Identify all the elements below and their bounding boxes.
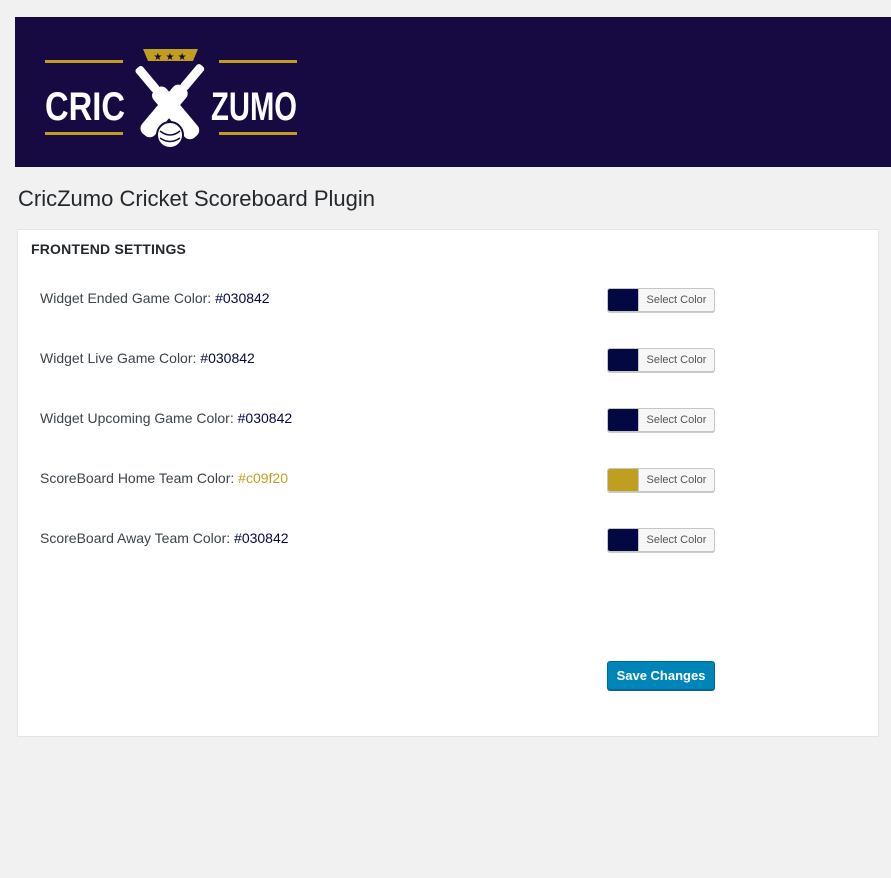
color-picker-button[interactable]: Select Color [607, 288, 715, 312]
color-picker-button[interactable]: Select Color [607, 348, 715, 372]
color-swatch [608, 349, 639, 371]
settings-panel: FRONTEND SETTINGS Widget Ended Game Colo… [17, 229, 879, 737]
svg-text:★ ★ ★: ★ ★ ★ [153, 52, 186, 63]
color-swatch [608, 289, 639, 311]
select-color-label: Select Color [646, 474, 707, 486]
setting-label: Widget Live Game Color: #030842 [40, 350, 255, 366]
criczumo-logo: ★ ★ ★ CRIC ZUMO [43, 45, 303, 149]
setting-widget-upcoming-color: Widget Upcoming Game Color: #030842 Sele… [40, 408, 740, 434]
setting-home-team-color: ScoreBoard Home Team Color: #c09f20 Sele… [40, 468, 740, 494]
setting-value: #030842 [200, 350, 255, 366]
header-banner: ★ ★ ★ CRIC ZUMO [15, 17, 891, 167]
color-swatch [608, 409, 639, 431]
page-title: CricZumo Cricket Scoreboard Plugin [18, 186, 376, 211]
setting-widget-ended-color: Widget Ended Game Color: #030842 Select … [40, 288, 740, 314]
setting-value: #030842 [234, 530, 289, 546]
logo-right-text: ZUMO [211, 85, 297, 129]
setting-value: #c09f20 [238, 470, 288, 486]
setting-label: Widget Ended Game Color: #030842 [40, 290, 270, 306]
color-picker-button[interactable]: Select Color [607, 408, 715, 432]
color-picker-button[interactable]: Select Color [607, 528, 715, 552]
color-swatch [608, 469, 639, 491]
color-picker-button[interactable]: Select Color [607, 468, 715, 492]
select-color-label: Select Color [646, 294, 707, 306]
setting-value: #030842 [215, 290, 270, 306]
logo-left-text: CRIC [45, 85, 125, 129]
save-changes-button[interactable]: Save Changes [607, 661, 715, 690]
setting-label: ScoreBoard Home Team Color: #c09f20 [40, 470, 288, 486]
select-color-label: Select Color [646, 414, 707, 426]
panel-heading: FRONTEND SETTINGS [31, 241, 187, 257]
setting-label: Widget Upcoming Game Color: #030842 [40, 410, 293, 426]
select-color-label: Select Color [646, 534, 707, 546]
setting-widget-live-color: Widget Live Game Color: #030842 Select C… [40, 348, 740, 374]
select-color-label: Select Color [646, 354, 707, 366]
setting-away-team-color: ScoreBoard Away Team Color: #030842 Sele… [40, 528, 740, 554]
setting-value: #030842 [237, 410, 293, 426]
color-swatch [608, 529, 639, 551]
setting-label: ScoreBoard Away Team Color: #030842 [40, 530, 289, 546]
